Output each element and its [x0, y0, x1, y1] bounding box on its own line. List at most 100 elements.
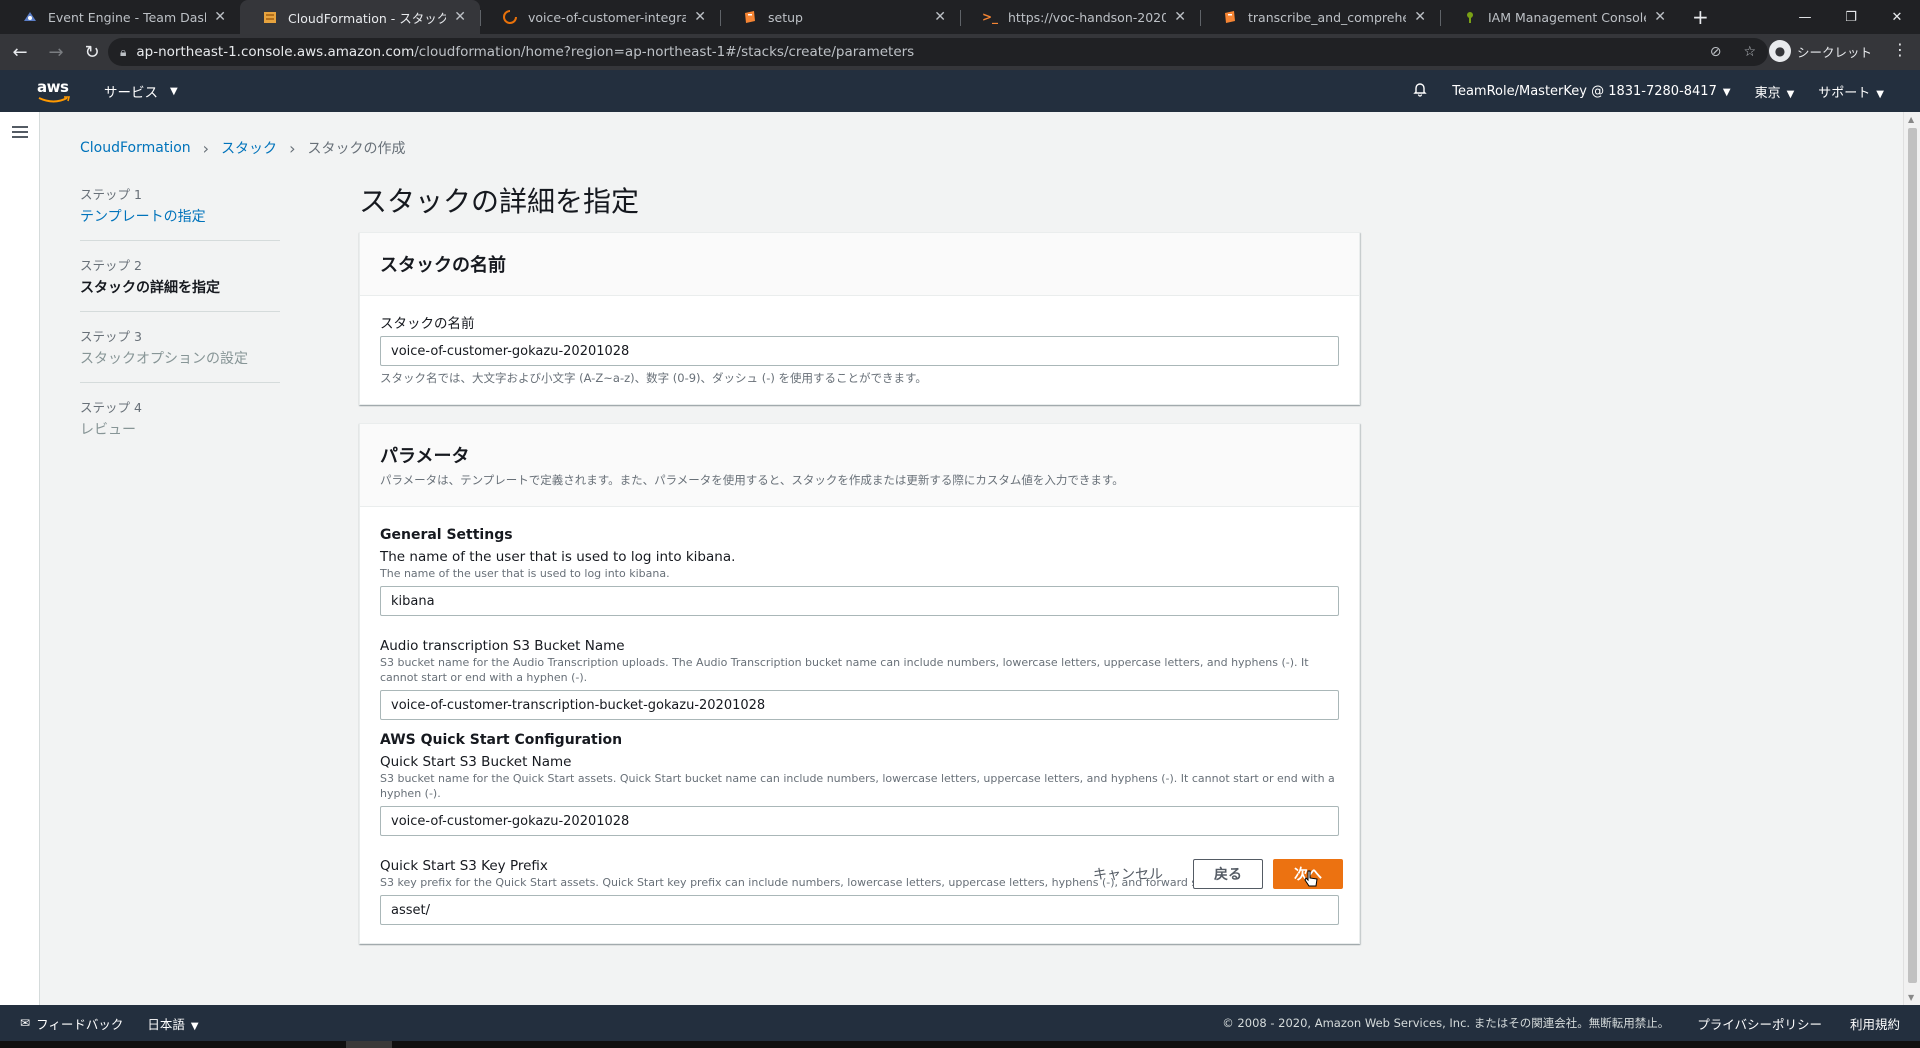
reload-icon[interactable]: ↻ — [76, 36, 108, 68]
scroll-down-icon[interactable]: ▼ — [1908, 993, 1914, 1002]
panel-header: パラメータ パラメータは、テンプレートで定義されます。また、パラメータを使用する… — [360, 424, 1359, 507]
browser-tab[interactable]: setup ✕ — [720, 0, 960, 34]
back-button[interactable]: 戻る — [1193, 859, 1263, 889]
feedback-link[interactable]: フィードバック — [36, 1014, 123, 1033]
close-icon[interactable]: ✕ — [214, 9, 226, 25]
audio-bucket-input[interactable]: voice-of-customer-transcription-bucket-g… — [380, 690, 1339, 720]
browser-tab[interactable]: IAM Management Console ✕ — [1440, 0, 1680, 34]
breadcrumb-current: スタックの作成 — [307, 141, 406, 157]
hamburger-menu-icon[interactable] — [12, 126, 28, 138]
audio-bucket-description: S3 bucket name for the Audio Transcripti… — [380, 656, 1309, 684]
caret-down-icon: ▼ — [1722, 86, 1731, 98]
terms-link[interactable]: 利用規約 — [1850, 1014, 1900, 1033]
notebook-icon — [742, 9, 758, 25]
qs-bucket-description: S3 bucket name for the Quick Start asset… — [380, 772, 1335, 800]
star-icon[interactable]: ☆ — [1743, 44, 1756, 60]
browser-tab[interactable]: transcribe_and_comprehend ✕ — [1200, 0, 1440, 34]
scrollbar-thumb[interactable] — [1908, 128, 1917, 983]
stack-name-help: スタック名では、大文字および小文字 (A-Z~a-z)、数字 (0-9)、ダッシ… — [380, 371, 927, 385]
language-menu[interactable]: 日本語 ▼ — [147, 1014, 198, 1033]
close-icon[interactable]: ✕ — [1174, 9, 1186, 25]
kibana-user-input[interactable]: kibana — [380, 586, 1339, 616]
breadcrumb-cloudformation[interactable]: CloudFormation — [80, 140, 191, 156]
close-icon[interactable]: ✕ — [934, 9, 946, 25]
incognito-profile[interactable]: ● シークレット — [1768, 40, 1872, 62]
close-icon[interactable]: ✕ — [1654, 9, 1666, 25]
privacy-link[interactable]: プライバシーポリシー — [1697, 1014, 1822, 1033]
wizard-step-3: ステップ 3 スタックオプションの設定 — [80, 326, 280, 383]
caret-down-icon: ▼ — [190, 1020, 199, 1032]
browser-tab[interactable]: voice-of-customer-integration-h ✕ — [480, 0, 720, 34]
new-tab-button[interactable]: + — [1680, 0, 1721, 34]
restore-icon[interactable]: ❐ — [1828, 0, 1874, 34]
stack-name-label: スタックの名前 — [380, 316, 475, 332]
quickstart-config-heading: AWS Quick Start Configuration — [380, 732, 623, 748]
step-number: ステップ 4 — [80, 400, 142, 415]
hand-cursor-icon — [1304, 870, 1318, 887]
wizard-actions: キャンセル 戻る 次へ — [1073, 859, 1343, 889]
aws-logo[interactable]: aws — [36, 76, 72, 106]
account-menu[interactable]: TeamRole/MasterKey @ 1831-7280-8417 ▼ — [1452, 84, 1730, 99]
close-icon[interactable]: ✕ — [1414, 9, 1426, 25]
url-path: /cloudformation/home?region=ap-northeast… — [414, 44, 915, 60]
support-menu[interactable]: サポート ▼ — [1818, 82, 1884, 101]
qs-bucket-input[interactable]: voice-of-customer-gokazu-20201028 — [380, 806, 1339, 836]
step-disabled: スタックオプションの設定 — [80, 351, 248, 367]
feedback-icon[interactable]: ✉ — [20, 1016, 30, 1030]
panel-header: スタックの名前 — [360, 233, 1359, 296]
close-icon[interactable]: ✕ — [694, 9, 706, 25]
services-menu[interactable]: サービス ▼ — [104, 81, 178, 101]
step-number: ステップ 1 — [80, 187, 142, 202]
step-current: スタックの詳細を指定 — [80, 280, 220, 296]
lock-icon[interactable]: 🔒︎ — [120, 45, 126, 60]
stack-name-input[interactable]: voice-of-customer-gokazu-20201028 — [380, 336, 1339, 366]
terminal-icon: >_ — [981, 10, 999, 24]
cancel-button[interactable]: キャンセル — [1073, 859, 1183, 889]
tab-title: Event Engine - Team Dashboard — [48, 9, 206, 25]
os-taskbar — [0, 1041, 1920, 1048]
region-menu[interactable]: 東京 ▼ — [1755, 82, 1795, 101]
chevron-right-icon: › — [202, 138, 210, 158]
aws-logo-text: aws — [37, 78, 69, 96]
close-icon[interactable]: ✕ — [454, 9, 466, 25]
wizard-step-2: ステップ 2 スタックの詳細を指定 — [80, 255, 280, 312]
breadcrumb-stacks[interactable]: スタック — [221, 138, 277, 158]
tab-title: IAM Management Console — [1488, 9, 1647, 25]
step-number: ステップ 3 — [80, 329, 142, 344]
general-settings-heading: General Settings — [380, 527, 513, 543]
browser-tab[interactable]: Event Engine - Team Dashboard ✕ — [0, 0, 240, 34]
caret-down-icon: ▼ — [170, 85, 178, 97]
page-title: スタックの詳細を指定 — [359, 185, 640, 218]
caret-down-icon: ▼ — [1786, 88, 1795, 100]
forward-arrow-icon[interactable]: → — [40, 36, 72, 68]
cloudformation-icon — [262, 9, 278, 25]
close-window-icon[interactable]: ✕ — [1874, 0, 1920, 34]
caret-down-icon: ▼ — [1876, 88, 1884, 100]
eye-off-icon[interactable]: ⊘ — [1710, 44, 1722, 60]
minimize-icon[interactable]: — — [1782, 0, 1828, 34]
more-menu-icon[interactable]: ⋮ — [1892, 40, 1908, 59]
page-scrollbar[interactable]: ▲ ▼ — [1903, 112, 1920, 1005]
address-bar[interactable]: 🔒︎ ap-northeast-1.console.aws.amazon.com… — [108, 38, 1768, 66]
step-link-template[interactable]: テンプレートの指定 — [80, 206, 280, 226]
back-arrow-icon[interactable]: ← — [4, 36, 36, 68]
tab-title: transcribe_and_comprehend — [1248, 9, 1407, 25]
bell-icon[interactable] — [1412, 81, 1428, 101]
incognito-icon: ● — [1768, 40, 1791, 62]
next-button[interactable]: 次へ — [1273, 859, 1343, 889]
panel-description: パラメータは、テンプレートで定義されます。また、パラメータを使用すると、スタック… — [380, 473, 1124, 487]
support-label: サポート — [1818, 85, 1871, 101]
qs-prefix-input[interactable]: asset/ — [380, 895, 1339, 925]
audio-bucket-label: Audio transcription S3 Bucket Name — [380, 638, 625, 654]
language-label: 日本語 — [147, 1016, 185, 1032]
qs-bucket-label: Quick Start S3 Bucket Name — [380, 754, 572, 770]
browser-tab-active[interactable]: CloudFormation - スタック ✕ — [240, 0, 480, 34]
aws-global-nav: aws サービス ▼ TeamRole/MasterKey @ 1831-728… — [0, 70, 1920, 112]
tab-title: voice-of-customer-integration-h — [528, 9, 687, 25]
panel-title: スタックの名前 — [380, 255, 506, 276]
browser-tab[interactable]: >_ https://voc-handson-20201028-g ✕ — [960, 0, 1200, 34]
taskbar-item[interactable] — [346, 1041, 392, 1048]
iam-icon — [1462, 9, 1478, 25]
scroll-up-icon[interactable]: ▲ — [1908, 115, 1914, 124]
notebook-icon — [1222, 9, 1238, 25]
